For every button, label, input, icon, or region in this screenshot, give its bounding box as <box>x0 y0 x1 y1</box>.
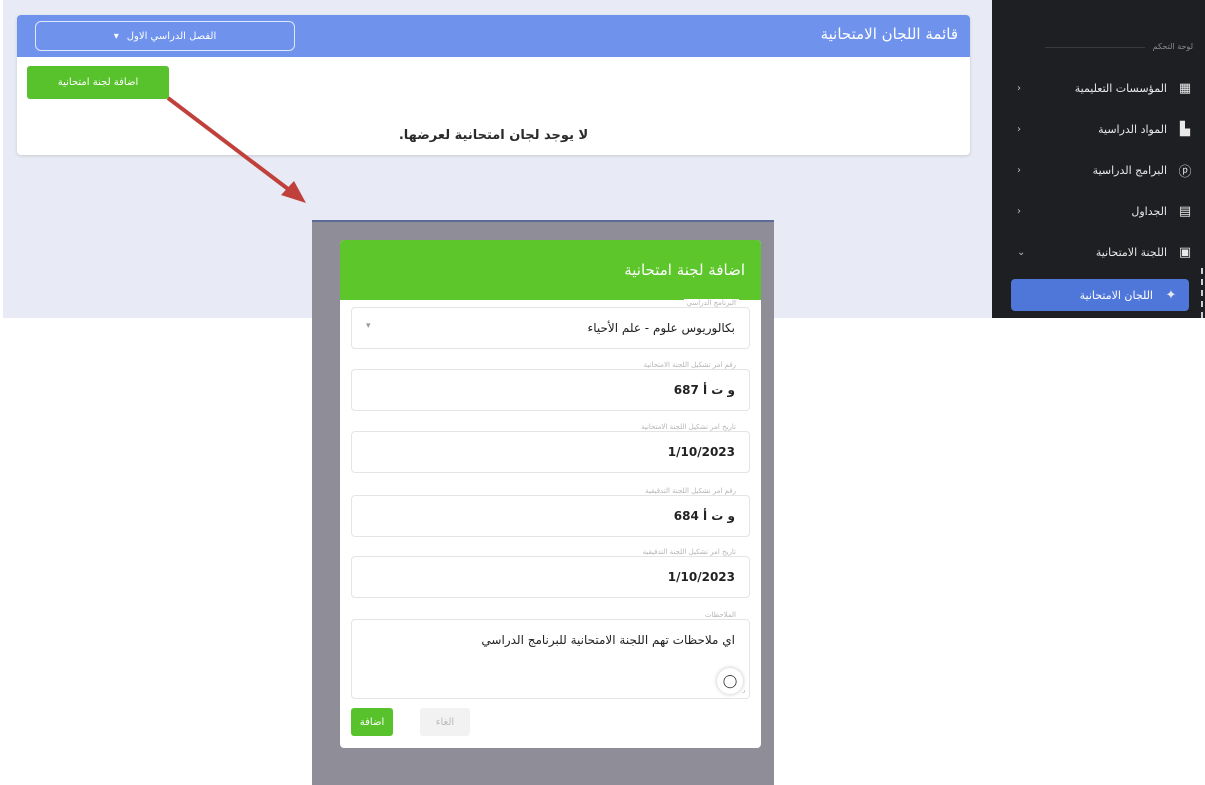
add-committee-modal: اضافة لجنة امتحانية البرنامج الدراسي بكا… <box>340 240 761 748</box>
audit-committee-order-number-field[interactable]: رقم امر تشكيل اللجنة التدقيقية و ت أ 684 <box>351 487 750 537</box>
modal-header: اضافة لجنة امتحانية <box>340 240 761 300</box>
field-label: رقم امر تشكيل اللجنة الامتحانية <box>640 361 739 369</box>
exam-committee-order-date-field[interactable]: تاريخ امر تشكيل اللجنة الامتحانية 1/10/2… <box>351 423 750 473</box>
cancel-button[interactable]: الغاء <box>420 708 470 736</box>
chevron-down-icon: ▾ <box>366 321 371 331</box>
field-value: اي ملاحظات تهم اللجنة الامتحانية للبرنام… <box>481 633 735 647</box>
field-label: الملاحظات <box>701 611 739 619</box>
program-select[interactable]: البرنامج الدراسي بكالوريوس علوم - علم ال… <box>351 299 750 349</box>
add-committee-modal-screenshot: اضافة لجنة امتحانية البرنامج الدراسي بكا… <box>312 220 774 785</box>
field-value: بكالوريوس علوم - علم الأحياء <box>587 321 735 335</box>
field-value: 1/10/2023 <box>667 445 735 459</box>
notes-textarea[interactable]: الملاحظات اي ملاحظات تهم اللجنة الامتحان… <box>351 611 750 699</box>
field-value: و ت أ 687 <box>673 383 735 397</box>
field-label: تاريخ امر تشكيل اللجنة التدقيقية <box>639 548 739 556</box>
audit-committee-order-date-field[interactable]: تاريخ امر تشكيل اللجنة التدقيقية 1/10/20… <box>351 548 750 598</box>
field-label: البرنامج الدراسي <box>683 299 739 307</box>
chat-icon[interactable]: ◯ <box>717 668 743 694</box>
field-value: 1/10/2023 <box>667 570 735 584</box>
arrow-shaft <box>166 96 294 194</box>
resize-handle-icon[interactable]: ⌟ <box>742 686 745 694</box>
field-label: تاريخ امر تشكيل اللجنة الامتحانية <box>638 423 739 431</box>
modal-title: اضافة لجنة امتحانية <box>624 261 745 279</box>
field-label: رقم امر تشكيل اللجنة التدقيقية <box>642 487 739 495</box>
field-value: و ت أ 684 <box>673 509 735 523</box>
exam-committee-order-number-field[interactable]: رقم امر تشكيل اللجنة الامتحانية و ت أ 68… <box>351 361 750 411</box>
submit-button[interactable]: اضافة <box>351 708 393 736</box>
